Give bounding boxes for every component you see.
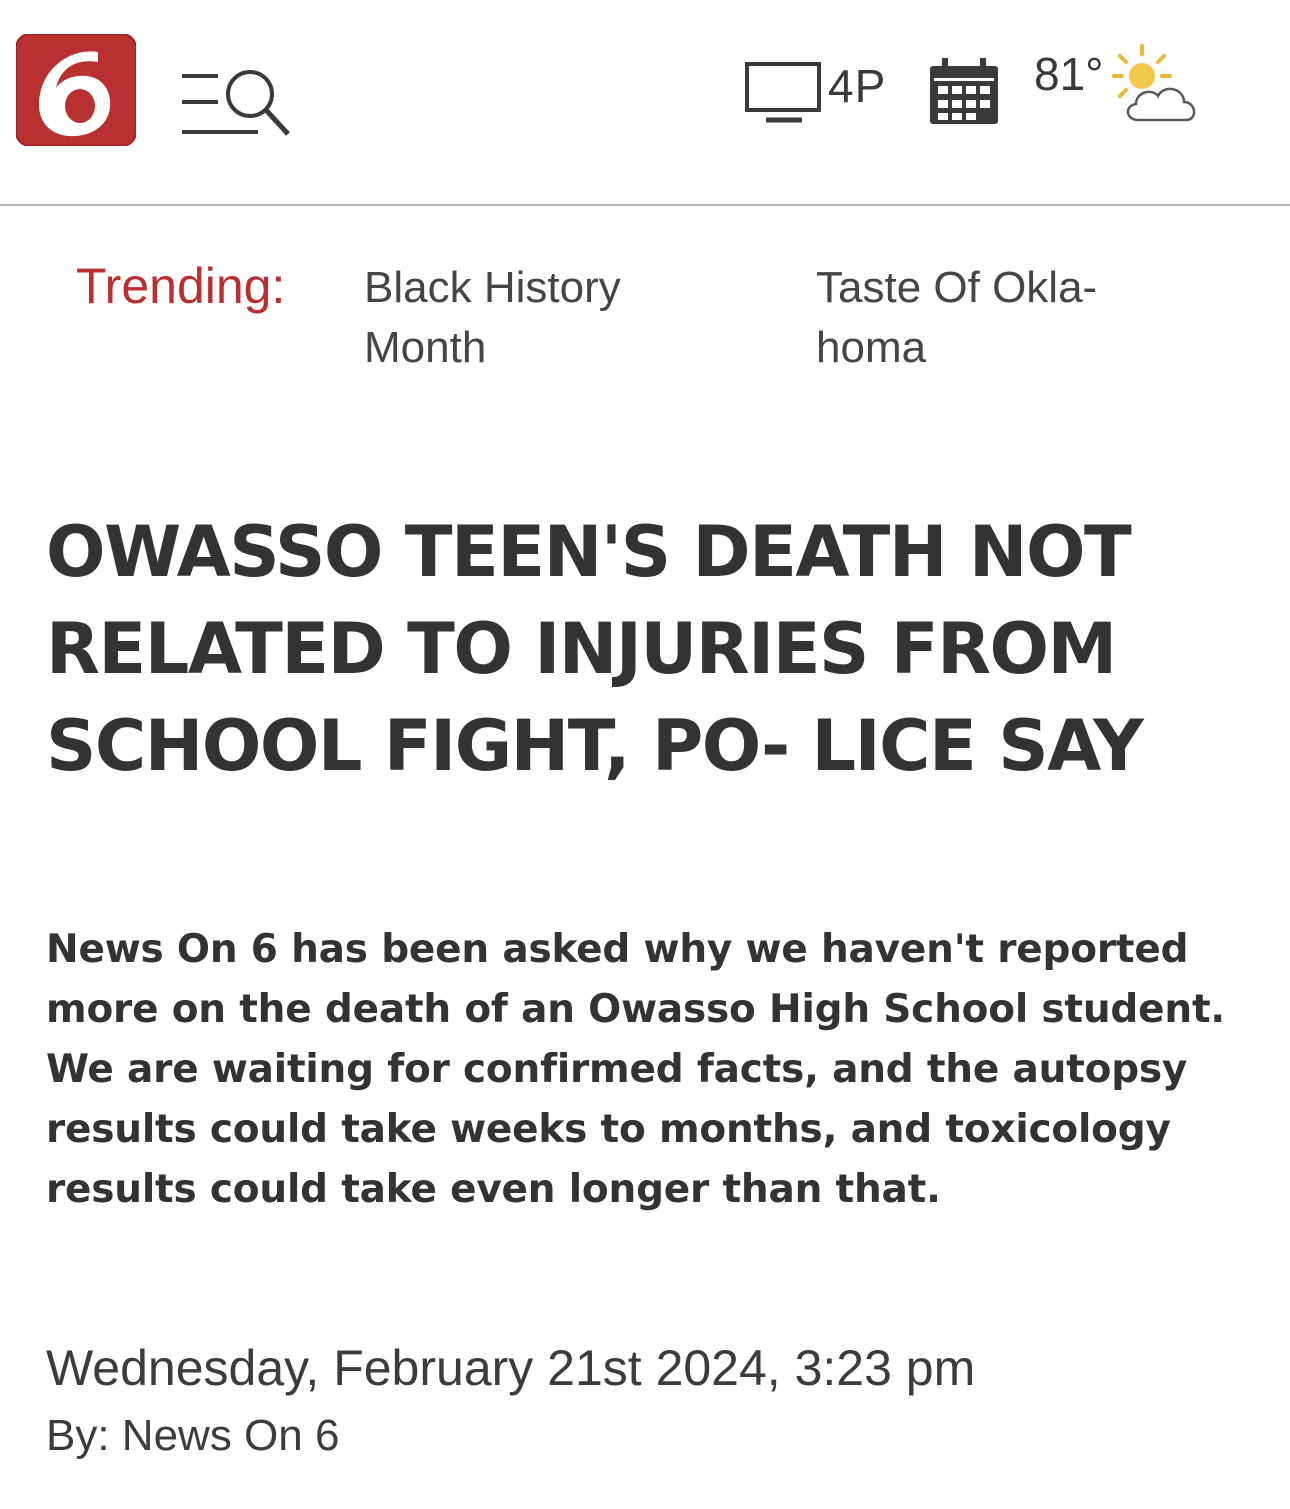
menu-search-icon[interactable] [180, 64, 292, 140]
news-on-6-logo-icon[interactable] [16, 34, 136, 146]
site-header: 4P 81° [0, 0, 1290, 206]
tv-icon [745, 62, 821, 123]
partly-sunny-icon [1111, 44, 1195, 122]
article-summary: News On 6 has been asked why we haven't … [46, 927, 1226, 1212]
calendar-icon[interactable] [928, 58, 1000, 126]
article-headline: OWASSO TEEN'S DEATH NOT RELATED TO INJUR… [46, 511, 1144, 787]
article-byline: By: News On 6 [46, 1411, 340, 1460]
weather-widget[interactable]: 81° [1034, 44, 1200, 128]
trending-link-black-history-month[interactable]: Black History Month [364, 258, 694, 378]
trending-bar: Trending: Black History Month Taste Of O… [0, 256, 1290, 386]
live-tv-button[interactable]: 4P [744, 60, 886, 126]
live-tv-label: 4P [828, 60, 887, 112]
trending-link-taste-of-oklahoma[interactable]: Taste Of Okla- homa [816, 258, 1146, 378]
trending-label: Trending: [76, 258, 286, 314]
temperature: 81° [1034, 48, 1104, 100]
article-date: Wednesday, February 21st 2024, 3:23 pm [46, 1340, 976, 1396]
